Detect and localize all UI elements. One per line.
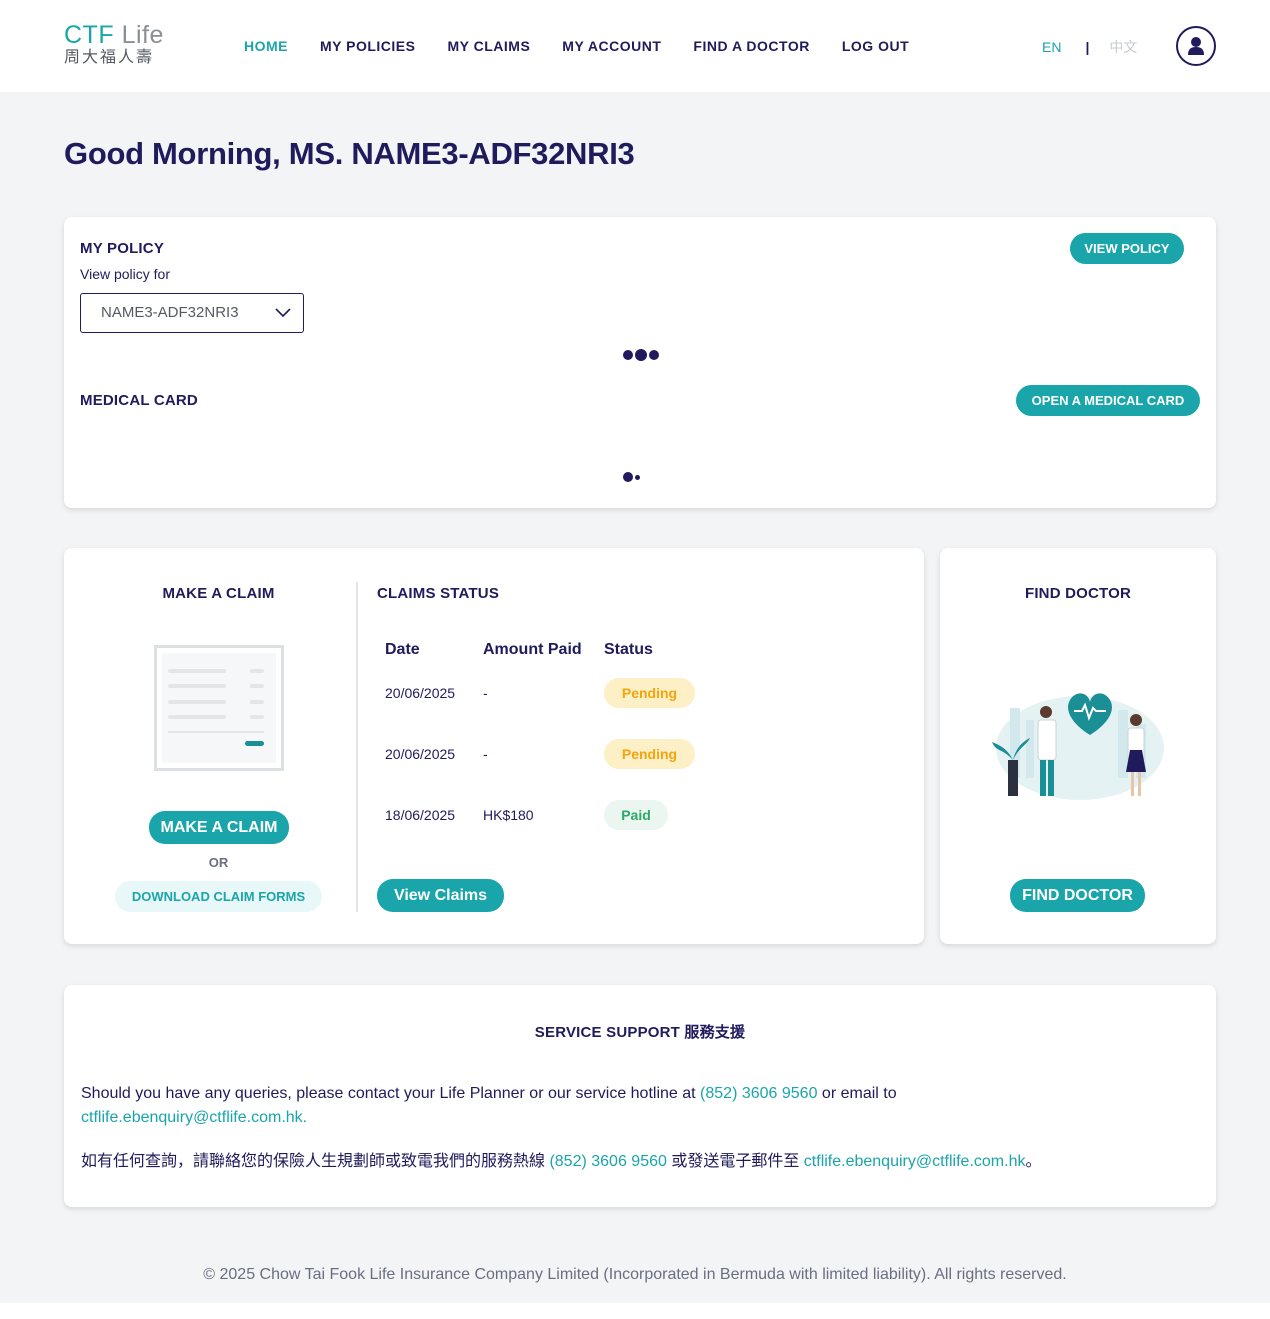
status-badge: Paid [604, 800, 668, 830]
policy-loading-indicator [623, 349, 659, 361]
user-avatar-button[interactable] [1176, 26, 1216, 66]
user-icon [1188, 37, 1204, 55]
claims-divider [356, 582, 358, 912]
lang-separator: | [1085, 39, 1090, 55]
service-support-title: SERVICE SUPPORT 服務支援 [534, 1024, 746, 1041]
logo-en-main: CTF [64, 21, 115, 49]
nav-home[interactable]: HOME [244, 37, 288, 55]
nav-my-policies[interactable]: MY POLICIES [320, 37, 415, 55]
col-header-date: Date [385, 641, 420, 658]
service-support-card: SERVICE SUPPORT 服務支援 Should you have any… [64, 985, 1216, 1207]
col-header-amount: Amount Paid [483, 641, 582, 658]
chevron-down-icon [275, 308, 291, 318]
status-badge: Pending [604, 678, 695, 708]
logo-en-light: Life [121, 21, 164, 49]
policy-holder-select[interactable]: NAME3-ADF32NRI3 [80, 293, 304, 333]
my-policy-title: MY POLICY [80, 240, 165, 257]
nav-my-claims[interactable]: MY CLAIMS [447, 37, 530, 55]
ctf-life-logo[interactable]: CTF Life 周大福人壽 [64, 22, 164, 70]
lang-zh[interactable]: 中文 [1109, 37, 1137, 57]
email-link-zh[interactable]: ctflife.ebenquiry@ctflife.com.hk [804, 1153, 1026, 1170]
open-medical-card-button[interactable]: OPEN A MEDICAL CARD [1016, 385, 1200, 416]
medical-card-carousel-dots [623, 472, 640, 482]
footer-copyright: © 2025 Chow Tai Fook Life Insurance Comp… [203, 1266, 1067, 1283]
email-link-en[interactable]: ctflife.ebenquiry@ctflife.com.hk. [81, 1109, 307, 1126]
lang-en[interactable]: EN [1042, 39, 1061, 55]
find-doctor-button[interactable]: FIND DOCTOR [1010, 879, 1145, 912]
make-a-claim-button[interactable]: MAKE A CLAIM [149, 811, 289, 844]
support-text-en: Should you have any queries, please cont… [81, 1085, 897, 1126]
greeting-heading: Good Morning, MS. NAME3-ADF32NRI3 [64, 136, 635, 171]
nav-log-out[interactable]: LOG OUT [842, 37, 909, 55]
top-header: CTF Life 周大福人壽 HOME MY POLICIES MY CLAIM… [0, 0, 1270, 92]
nav-my-account[interactable]: MY ACCOUNT [562, 37, 661, 55]
claim-date: 20/06/2025 [385, 746, 456, 762]
view-claims-button[interactable]: View Claims [377, 879, 504, 912]
doctors-heart-illustration [992, 693, 1164, 800]
main-content: Good Morning, MS. NAME3-ADF32NRI3 MY POL… [0, 92, 1270, 1303]
medical-card-title: MEDICAL CARD [80, 392, 198, 409]
view-policy-for-label: View policy for [80, 266, 171, 282]
nav-find-a-doctor[interactable]: FIND A DOCTOR [693, 37, 809, 55]
main-nav: HOME MY POLICIES MY CLAIMS MY ACCOUNT FI… [244, 37, 941, 55]
claim-amount: - [483, 685, 488, 701]
claim-date: 20/06/2025 [385, 685, 456, 701]
status-badge: Pending [604, 739, 695, 769]
hotline-link-zh[interactable]: (852) 3606 9560 [549, 1153, 666, 1170]
col-header-status: Status [604, 641, 653, 658]
claim-form-illustration [154, 645, 284, 771]
or-separator: OR [208, 855, 229, 870]
claim-amount: HK$180 [483, 807, 534, 823]
support-text-zh: 如有任何查詢，請聯絡您的保險人生規劃師或致電我們的服務熱線 (852) 3606… [81, 1153, 1042, 1170]
make-a-claim-title: MAKE A CLAIM [162, 585, 275, 602]
hotline-link-en[interactable]: (852) 3606 9560 [700, 1085, 817, 1102]
logo-zh: 周大福人壽 [64, 49, 155, 66]
claims-status-title: CLAIMS STATUS [377, 585, 500, 602]
policy-card: MY POLICY View policy for VIEW POLICY NA… [64, 217, 1216, 508]
language-switch: EN | 中文 [1042, 37, 1137, 57]
view-policy-button[interactable]: VIEW POLICY [1070, 233, 1184, 264]
claim-date: 18/06/2025 [385, 807, 456, 823]
find-doctor-card: FIND DOCTOR FIND DOCTOR [940, 548, 1216, 944]
download-claim-forms-button[interactable]: DOWNLOAD CLAIM FORMS [115, 881, 322, 912]
find-doctor-title: FIND DOCTOR [1024, 585, 1132, 602]
claim-amount: - [483, 746, 488, 762]
policy-holder-value: NAME3-ADF32NRI3 [101, 304, 239, 321]
claims-card: MAKE A CLAIM MAKE A CLAIM OR DOWNLOAD CL… [64, 548, 924, 944]
